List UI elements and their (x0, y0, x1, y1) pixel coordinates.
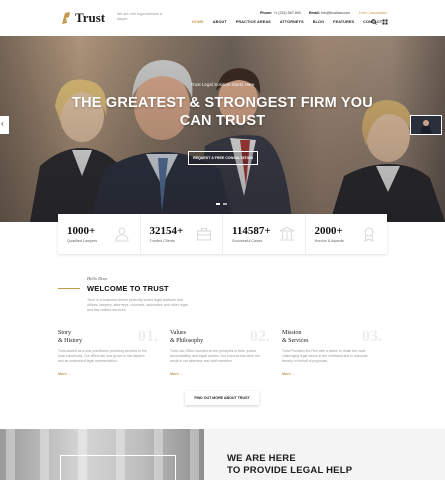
slider-dots (216, 203, 227, 205)
mission-column: Mission & Services 03. Trust Promises th… (282, 328, 382, 376)
image-frame (60, 455, 176, 480)
welcome-title: WELCOME TO TRUST (87, 284, 169, 293)
nav-home[interactable]: HOME (192, 20, 204, 24)
stat-awards: 2000+ Honors & Awards (306, 214, 388, 254)
nav-features[interactable]: FEATURES (333, 20, 354, 24)
site-header: Trust We are with legal advisors & lawye… (0, 0, 445, 36)
column-text: Trust started as a sole practitioner pro… (58, 349, 147, 363)
nav-attorneys[interactable]: ATTORNEYS (280, 20, 304, 24)
nav-about[interactable]: ABOUT (213, 20, 227, 24)
welcome-text: Trust is a business theme perfectly suit… (87, 298, 188, 312)
award-icon (364, 227, 374, 242)
stat-cases: 114587+ Successful Cases (223, 214, 306, 254)
search-icon[interactable] (371, 19, 377, 25)
phone-info: Phone: +1 (234) 567-890 (260, 11, 301, 15)
legal-help-line2: TO PROVIDE LEGAL HELP (227, 465, 353, 476)
column-text: Trust Law Office founded on the principl… (170, 349, 260, 363)
welcome-greeting: Hello Dear (87, 276, 108, 281)
find-out-more-button[interactable]: FIND OUT MORE ABOUT TRUST (185, 391, 259, 405)
hero-subtitle: Trust Legal Solution Starts Here (190, 82, 255, 87)
nav-practice-areas[interactable]: PRACTICE AREAS (236, 20, 271, 24)
stat-lawyers: 1000+ Qualified Lawyers (58, 214, 141, 254)
logo-text: Trust (75, 10, 106, 25)
logo-icon (62, 12, 70, 24)
email-label: Email: (309, 11, 320, 15)
values-column: Values & Philosophy 02. Trust Law Office… (170, 328, 270, 376)
column-number: 02. (250, 328, 270, 345)
chevron-left-icon: ‹ (1, 119, 4, 128)
column-number: 03. (362, 328, 382, 345)
hero-title: THE GREATEST & STRONGEST FIRM YOU CAN TR… (72, 95, 373, 129)
legal-help-image (0, 429, 204, 480)
legal-help-section: WE ARE HERE TO PROVIDE LEGAL HELP (204, 429, 445, 480)
tagline: We are with legal advisors & lawyer (117, 12, 163, 21)
slider-prev-button[interactable]: ‹ (0, 116, 9, 134)
thumbnail-image (411, 116, 441, 134)
free-consultation-link[interactable]: Free Consultation (359, 11, 387, 15)
courthouse-icon (279, 227, 294, 241)
column-decoration (190, 429, 199, 480)
user-icon (115, 227, 128, 242)
more-link[interactable]: More → (282, 372, 382, 376)
slider-dot-2[interactable] (223, 203, 227, 205)
stat-clients: 32154+ Trusted Clients (141, 214, 223, 254)
hero-slider: Trust Legal Solution Starts Here THE GRE… (0, 36, 445, 222)
slider-dot-1[interactable] (216, 203, 220, 205)
more-link[interactable]: More → (58, 372, 158, 376)
email-info: Email: info@trustlaw.com (309, 11, 350, 15)
email-value[interactable]: info@trustlaw.com (321, 11, 350, 15)
slider-next-thumbnail[interactable] (410, 115, 442, 135)
grid-menu-icon[interactable] (382, 19, 388, 25)
column-number: 01. (138, 328, 158, 345)
column-decoration (40, 429, 49, 480)
nav-blog[interactable]: BLOG (313, 20, 324, 24)
logo[interactable]: Trust (60, 10, 105, 26)
welcome-accent-line (58, 288, 80, 289)
more-link[interactable]: More → (170, 372, 270, 376)
phone-value: +1 (234) 567-890 (273, 11, 301, 15)
request-consultation-button[interactable]: REQUEST A FREE CONSULTATION (188, 151, 258, 165)
stats-bar: 1000+ Qualified Lawyers 32154+ Trusted C… (58, 214, 387, 254)
legal-help-title: WE ARE HERE TO PROVIDE LEGAL HELP (227, 453, 352, 477)
column-decoration (6, 429, 15, 480)
legal-help-line1: WE ARE HERE (227, 453, 296, 464)
main-nav: HOME ABOUT PRACTICE AREAS ATTORNEYS BLOG… (192, 20, 391, 24)
phone-label: Phone: (260, 11, 273, 15)
column-text: Trust Promises the Firm with a desire to… (282, 349, 368, 363)
briefcase-icon (197, 228, 211, 241)
story-column: Story & History 01. Trust started as a s… (58, 328, 158, 376)
